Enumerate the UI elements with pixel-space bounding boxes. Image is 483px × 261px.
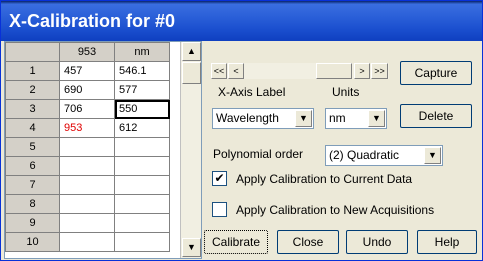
grid-vertical-scrollbar[interactable]: ▲ ▼: [180, 42, 201, 258]
apply-new-label: Apply Calibration to New Acquisitions: [236, 203, 435, 217]
last-button[interactable]: >>: [371, 63, 388, 79]
prev-button[interactable]: <: [228, 63, 244, 79]
row-header[interactable]: 5: [5, 137, 60, 157]
header-row: 953 nm: [5, 42, 170, 62]
table-row: 10: [5, 232, 170, 252]
cell-nm[interactable]: 577: [114, 80, 170, 100]
table-row: 5: [5, 137, 170, 157]
cell-pixel[interactable]: [59, 137, 115, 157]
cell-nm[interactable]: [114, 194, 170, 214]
cell-nm[interactable]: [114, 232, 170, 252]
row-header[interactable]: 7: [5, 175, 60, 195]
row-header[interactable]: 2: [5, 80, 60, 100]
cell-pixel[interactable]: 690: [59, 80, 115, 100]
cell-nm[interactable]: [114, 137, 170, 157]
cell-nm-selected[interactable]: 550: [114, 99, 170, 119]
row-header[interactable]: 6: [5, 156, 60, 176]
calibration-dialog: X-Calibration for #0 953 nm 1 457 546.1 …: [0, 0, 483, 261]
scroll-down-arrow-icon[interactable]: ▼: [182, 238, 201, 257]
apply-new-checkbox[interactable]: [212, 202, 227, 217]
delete-button[interactable]: Delete: [400, 104, 472, 128]
spectrum-horizontal-scrollbar[interactable]: << < > >>: [211, 63, 389, 79]
table-row: 1 457 546.1: [5, 61, 170, 81]
table-row: 4 953 612: [5, 118, 170, 138]
next-button[interactable]: >: [354, 63, 370, 79]
polynomial-order-value: (2) Quadratic: [329, 148, 400, 162]
cell-nm[interactable]: [114, 213, 170, 233]
cell-pixel[interactable]: [59, 194, 115, 214]
units-label: Units: [332, 85, 360, 99]
row-header[interactable]: 3: [5, 99, 60, 119]
cell-pixel[interactable]: [59, 156, 115, 176]
units-value: nm: [329, 111, 346, 125]
table-row: 9: [5, 213, 170, 233]
window-title: X-Calibration for #0: [9, 11, 176, 31]
cell-nm[interactable]: [114, 156, 170, 176]
table-row: 6: [5, 156, 170, 176]
scroll-thumb[interactable]: [182, 62, 201, 84]
polynomial-order-select[interactable]: (2) Quadratic ▼: [325, 145, 443, 166]
row-header[interactable]: 4: [5, 118, 60, 138]
corner-cell: [5, 42, 60, 62]
row-header[interactable]: 1: [5, 61, 60, 81]
row-header[interactable]: 10: [5, 232, 60, 252]
first-button[interactable]: <<: [211, 63, 227, 79]
cell-nm[interactable]: [114, 175, 170, 195]
cell-nm[interactable]: 612: [114, 118, 170, 138]
calibrate-button[interactable]: Calibrate: [204, 230, 268, 254]
x-axis-label: X-Axis Label: [218, 85, 286, 99]
units-select[interactable]: nm ▼: [325, 108, 387, 129]
chevron-down-icon[interactable]: ▼: [295, 110, 312, 127]
cell-nm[interactable]: 546.1: [114, 61, 170, 81]
x-axis-select[interactable]: Wavelength ▼: [212, 108, 314, 129]
table-row: 2 690 577: [5, 80, 170, 100]
column-header-nm[interactable]: nm: [114, 42, 170, 62]
scroll-thumb-horizontal[interactable]: [316, 63, 352, 79]
apply-current-label: Apply Calibration to Current Data: [236, 172, 413, 186]
row-header[interactable]: 8: [5, 194, 60, 214]
apply-current-checkbox[interactable]: ✔: [212, 171, 227, 186]
cell-pixel[interactable]: [59, 213, 115, 233]
title-bar: X-Calibration for #0: [1, 1, 482, 41]
undo-button[interactable]: Undo: [346, 230, 408, 254]
cell-pixel[interactable]: 706: [59, 99, 115, 119]
table-row: 8: [5, 194, 170, 214]
data-table: 953 nm 1 457 546.1 2 690 577 3 706 550 4…: [5, 42, 170, 252]
cell-pixel[interactable]: [59, 175, 115, 195]
row-header[interactable]: 9: [5, 213, 60, 233]
table-row: 3 706 550: [5, 99, 170, 119]
help-button[interactable]: Help: [417, 230, 477, 254]
cell-pixel[interactable]: 457: [59, 61, 115, 81]
column-header-pixel[interactable]: 953: [59, 42, 115, 62]
chevron-down-icon[interactable]: ▼: [424, 147, 441, 164]
table-row: 7: [5, 175, 170, 195]
chevron-down-icon[interactable]: ▼: [368, 110, 385, 127]
cell-pixel[interactable]: [59, 232, 115, 252]
close-button[interactable]: Close: [277, 230, 339, 254]
polynomial-order-label: Polynomial order: [213, 147, 304, 161]
cell-pixel[interactable]: 953: [59, 118, 115, 138]
scroll-up-arrow-icon[interactable]: ▲: [182, 42, 201, 61]
x-axis-value: Wavelength: [216, 111, 279, 125]
capture-button[interactable]: Capture: [400, 61, 472, 85]
calibration-grid: 953 nm 1 457 546.1 2 690 577 3 706 550 4…: [4, 41, 202, 259]
